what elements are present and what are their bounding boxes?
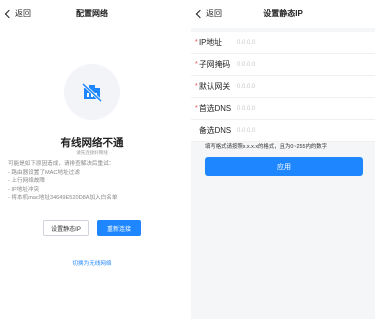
field-label: 首选DNS	[199, 104, 232, 113]
apply-button[interactable]: 应用	[205, 157, 363, 176]
status-title: 有线网络不通	[60, 137, 124, 149]
wired-network-off-icon	[81, 82, 103, 102]
default-gateway-row[interactable]: * 默认网关 0.0.0.0	[191, 76, 375, 98]
network-error-illustration	[64, 64, 120, 120]
field-label: 默认网关	[199, 82, 231, 91]
ip-address-row[interactable]: * IP地址 0.0.0.0	[191, 32, 375, 54]
troubleshoot-item: - 将本机mac地址34649E520D8A加入白名单	[8, 195, 118, 202]
action-buttons: 设置静态IP 重新连接	[0, 220, 184, 236]
troubleshoot-intro: 可能是如下原因造成，请排查解决后重试：	[8, 161, 115, 167]
default-gateway-input[interactable]: 0.0.0.0	[237, 84, 255, 90]
field-label: 子网掩码	[199, 60, 231, 69]
primary-dns-row[interactable]: * 首选DNS 0.0.0.0	[191, 98, 375, 120]
nav-bar: 返回 配置网络	[0, 0, 184, 28]
app-screens: 返回 配置网络 有线网络不通 请先连接好网线 可能是如下原因造成，请排查解决后重…	[0, 0, 375, 319]
secondary-dns-row[interactable]: 备选DNS 0.0.0.0	[191, 120, 375, 142]
switch-to-wireless-link[interactable]: 切换为无线网络	[0, 259, 184, 267]
troubleshoot-item: - 路由器设置了MAC地址过滤	[8, 169, 80, 176]
ip-address-input[interactable]: 0.0.0.0	[237, 40, 255, 46]
primary-dns-input[interactable]: 0.0.0.0	[237, 106, 255, 112]
format-hint: 填写格式请按照x.x.x.x的格式，且为0~255内的数字	[205, 144, 328, 150]
field-label: 备选DNS	[199, 126, 232, 135]
set-static-ip-button[interactable]: 设置静态IP	[43, 220, 89, 236]
troubleshoot-item: - 上行网络故障	[8, 178, 45, 185]
subnet-mask-input[interactable]: 0.0.0.0	[237, 62, 255, 68]
field-label: IP地址	[199, 38, 222, 47]
static-ip-form: * IP地址 0.0.0.0 * 子网掩码 0.0.0.0 * 默认网关 0.0…	[191, 32, 375, 142]
page-title: 配置网络	[76, 9, 108, 18]
subnet-mask-row[interactable]: * 子网掩码 0.0.0.0	[191, 54, 375, 76]
status-subtitle: 请先连接好网线	[76, 150, 108, 155]
static-ip-screen: 返回 设置静态IP * IP地址 0.0.0.0 * 子网掩码 0.0.0.0 …	[191, 0, 375, 319]
reconnect-button[interactable]: 重新连接	[97, 220, 141, 236]
nav-bar: 返回 设置静态IP	[191, 0, 375, 28]
secondary-dns-input[interactable]: 0.0.0.0	[237, 128, 255, 134]
troubleshoot-item: - IP地址冲突	[8, 186, 40, 193]
configure-network-screen: 返回 配置网络 有线网络不通 请先连接好网线 可能是如下原因造成，请排查解决后重…	[0, 0, 184, 319]
troubleshoot-list: 可能是如下原因造成，请排查解决后重试： - 路由器设置了MAC地址过滤 - 上行…	[8, 160, 180, 203]
page-title: 设置静态IP	[263, 9, 303, 18]
